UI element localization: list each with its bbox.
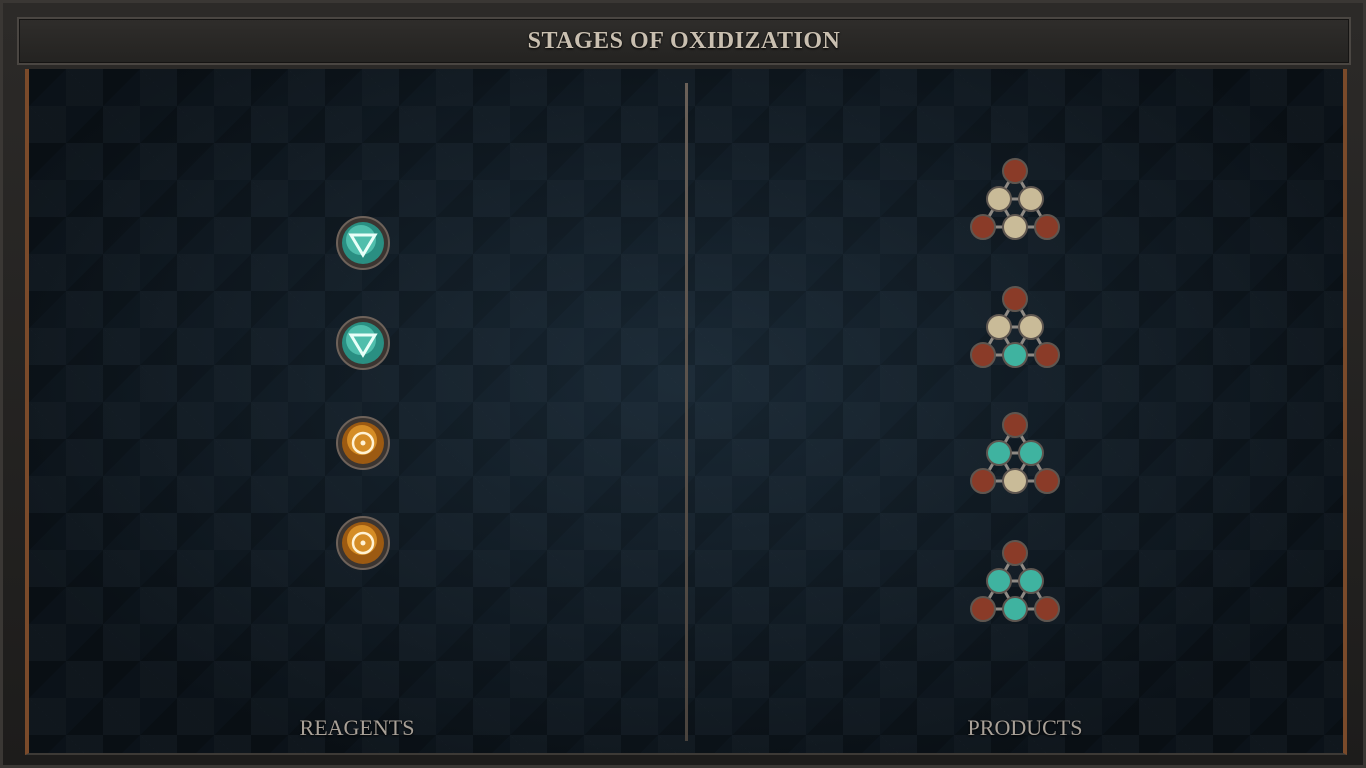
- molecule-icon[interactable]: [965, 155, 1065, 247]
- water-triangle-icon[interactable]: [335, 315, 391, 371]
- column-divider: [685, 83, 688, 741]
- stage-window: STAGES OF OXIDIZATION REAGENTS PRODUCTS: [0, 0, 1366, 768]
- water-triangle-icon[interactable]: [335, 215, 391, 271]
- window-title: STAGES OF OXIDIZATION: [527, 27, 841, 54]
- molecule-icon[interactable]: [965, 409, 1065, 501]
- reagents-label: REAGENTS: [299, 715, 415, 740]
- gold-circle-icon[interactable]: [335, 515, 391, 571]
- products-label: PRODUCTS: [967, 715, 1083, 740]
- puzzle-board: REAGENTS PRODUCTS: [25, 69, 1347, 755]
- title-bar: STAGES OF OXIDIZATION: [17, 17, 1351, 65]
- molecule-icon[interactable]: [965, 283, 1065, 375]
- molecule-icon[interactable]: [965, 537, 1065, 629]
- gold-circle-icon[interactable]: [335, 415, 391, 471]
